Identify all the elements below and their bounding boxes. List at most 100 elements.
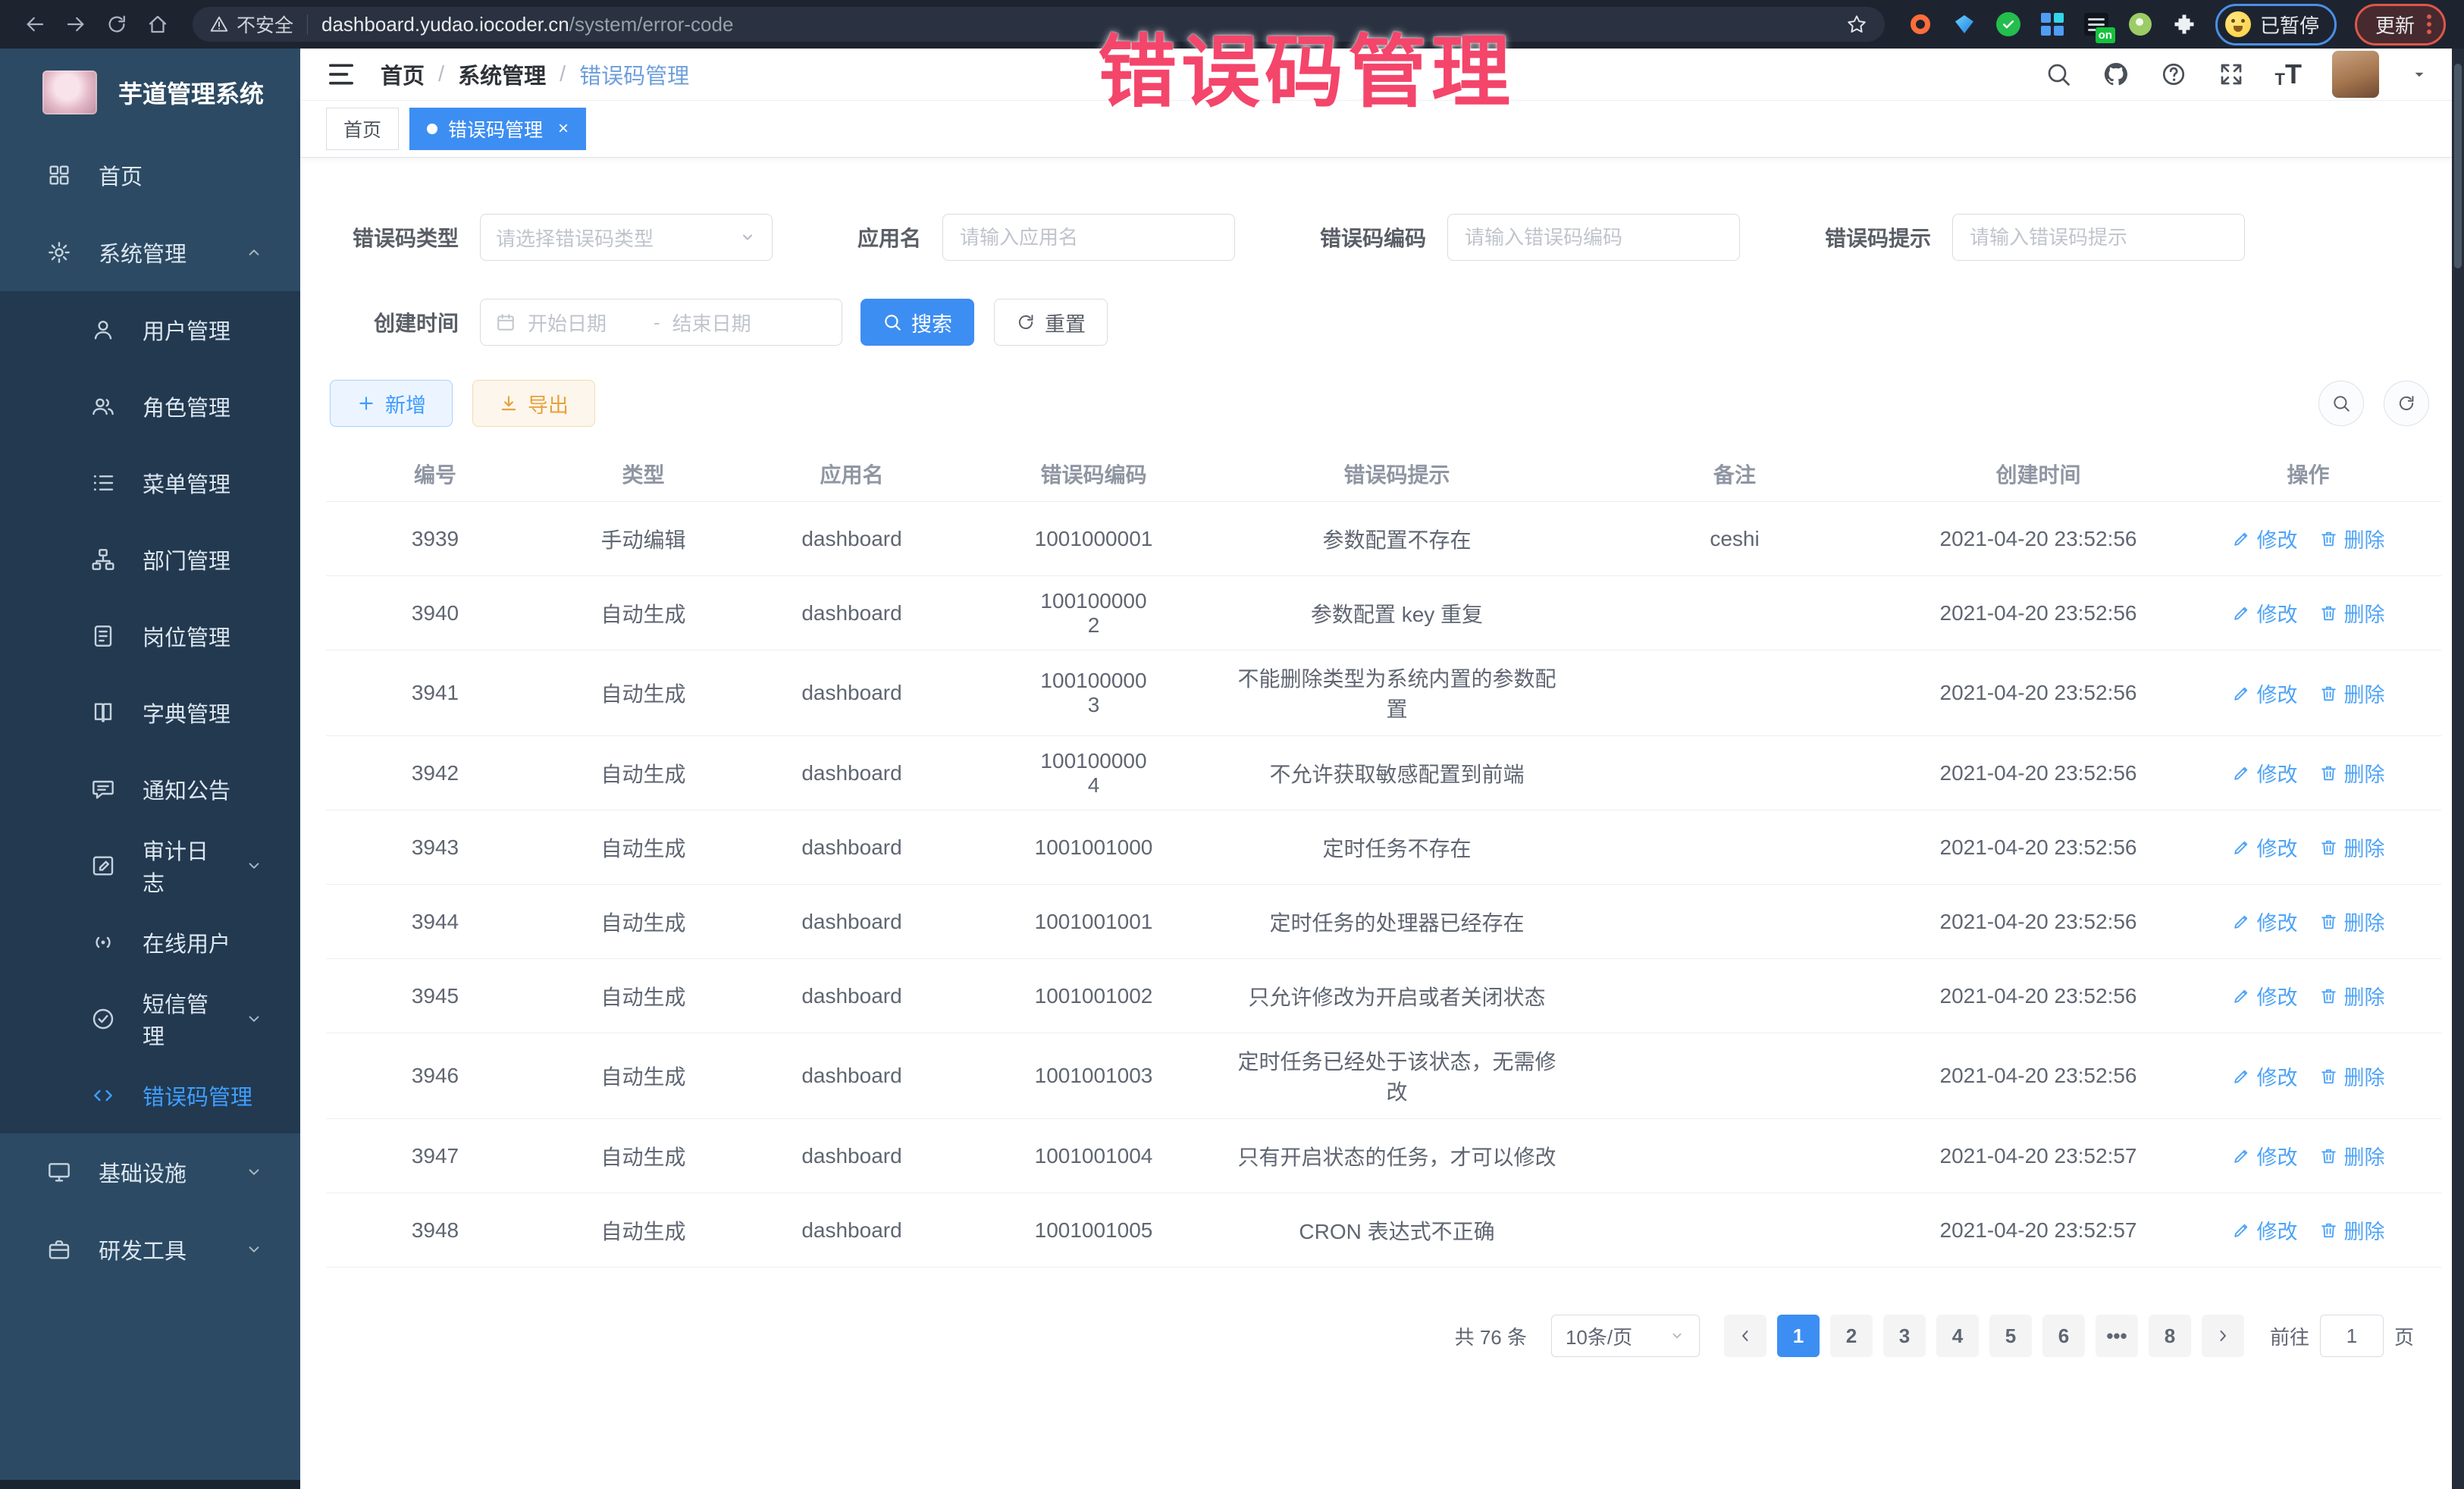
edit-link[interactable]: 修改 xyxy=(2232,679,2298,708)
address-bar[interactable]: 不安全 dashboard.yudao.iocoder.cn /system/e… xyxy=(193,7,1885,42)
fullscreen-icon[interactable] xyxy=(2218,61,2245,88)
table-row[interactable]: 3939手动编辑dashboard1001000001参数配置不存在ceshi2… xyxy=(326,502,2441,576)
sidebar-item-home[interactable]: 首页 xyxy=(0,136,300,214)
breadcrumb-system[interactable]: 系统管理 xyxy=(458,58,546,90)
page-button-1[interactable]: 1 xyxy=(1777,1315,1820,1357)
reset-button[interactable]: 重置 xyxy=(994,299,1108,346)
delete-link[interactable]: 删除 xyxy=(2319,907,2385,936)
delete-link[interactable]: 删除 xyxy=(2319,679,2385,708)
avatar-caret-down-icon[interactable] xyxy=(2409,64,2429,84)
paused-extension-badge[interactable]: 已暂停 xyxy=(2215,4,2337,45)
page-button-5[interactable]: 5 xyxy=(1989,1315,2032,1357)
more-pages-button[interactable]: ••• xyxy=(2096,1315,2138,1357)
page-button-3[interactable]: 3 xyxy=(1883,1315,1926,1357)
next-page-button[interactable] xyxy=(2202,1315,2244,1357)
delete-link[interactable]: 删除 xyxy=(2319,1141,2385,1171)
error-code-input[interactable] xyxy=(1463,225,1724,250)
sidebar-item-dict[interactable]: 字典管理 xyxy=(0,674,300,751)
sidebar-item-role[interactable]: 角色管理 xyxy=(0,368,300,444)
github-icon[interactable] xyxy=(2102,61,2130,88)
browser-reload-icon[interactable] xyxy=(100,8,133,41)
table-row[interactable]: 3945自动生成dashboard1001001002只允许修改为开启或者关闭状… xyxy=(326,959,2441,1033)
add-button[interactable]: 新增 xyxy=(330,380,453,427)
page-button-8[interactable]: 8 xyxy=(2149,1315,2191,1357)
page-button-2[interactable]: 2 xyxy=(1830,1315,1873,1357)
edit-link[interactable]: 修改 xyxy=(2232,907,2298,936)
browser-home-icon[interactable] xyxy=(141,8,174,41)
sidebar-item-post[interactable]: 岗位管理 xyxy=(0,597,300,674)
sidebar-item-dept[interactable]: 部门管理 xyxy=(0,521,300,597)
edit-link[interactable]: 修改 xyxy=(2232,524,2298,553)
table-row[interactable]: 3947自动生成dashboard1001001004只有开启状态的任务，才可以… xyxy=(326,1119,2441,1193)
sidebar-item-infra[interactable]: 基础设施 xyxy=(0,1133,300,1211)
sidebar-item-audit[interactable]: 审计日志 xyxy=(0,827,300,904)
browser-update-button[interactable]: 更新 xyxy=(2355,4,2446,45)
goto-page-input[interactable] xyxy=(2320,1315,2384,1357)
scrollbar-thumb[interactable] xyxy=(2454,64,2462,268)
export-button[interactable]: 导出 xyxy=(472,380,595,427)
delete-link[interactable]: 删除 xyxy=(2319,524,2385,553)
extension-gem-icon[interactable] xyxy=(1951,11,1977,37)
page-button-4[interactable]: 4 xyxy=(1936,1315,1979,1357)
edit-link[interactable]: 修改 xyxy=(2232,832,2298,862)
bookmark-star-icon[interactable] xyxy=(1845,13,1868,36)
extension-grid-icon[interactable] xyxy=(2039,11,2065,37)
search-button[interactable]: 搜索 xyxy=(861,299,974,346)
sidebar-item-notice[interactable]: 通知公告 xyxy=(0,751,300,827)
prev-page-button[interactable] xyxy=(1724,1315,1766,1357)
table-row[interactable]: 3948自动生成dashboard1001001005CRON 表达式不正确20… xyxy=(326,1193,2441,1268)
page-button-6[interactable]: 6 xyxy=(2042,1315,2085,1357)
table-row[interactable]: 3943自动生成dashboard1001001000定时任务不存在2021-0… xyxy=(326,810,2441,885)
extensions-puzzle-icon[interactable] xyxy=(2171,11,2197,37)
sidebar-item-user[interactable]: 用户管理 xyxy=(0,291,300,368)
table-row[interactable]: 3941自动生成dashboard1001000003不能删除类型为系统内置的参… xyxy=(326,650,2441,736)
extension-ring-icon[interactable] xyxy=(1908,11,1933,37)
start-date-placeholder[interactable]: 开始日期 xyxy=(528,309,641,337)
page-size-select[interactable]: 10条/页 xyxy=(1551,1315,1700,1357)
app-name-input[interactable] xyxy=(958,225,1219,250)
delete-link[interactable]: 删除 xyxy=(2319,981,2385,1011)
delete-link[interactable]: 删除 xyxy=(2319,832,2385,862)
sidebar-item-devtools[interactable]: 研发工具 xyxy=(0,1211,300,1288)
window-scrollbar[interactable] xyxy=(2452,49,2464,1489)
delete-link[interactable]: 删除 xyxy=(2319,598,2385,628)
edit-link[interactable]: 修改 xyxy=(2232,598,2298,628)
extension-check-icon[interactable] xyxy=(1995,11,2021,37)
browser-forward-icon[interactable] xyxy=(59,8,92,41)
security-warning[interactable]: 不安全 xyxy=(209,11,293,38)
table-row[interactable]: 3944自动生成dashboard1001001001定时任务的处理器已经存在2… xyxy=(326,885,2441,959)
table-row[interactable]: 3946自动生成dashboard1001001003定时任务已经处于该状态，无… xyxy=(326,1033,2441,1119)
created-date-range[interactable]: 开始日期 - 结束日期 xyxy=(480,299,842,346)
error-message-input[interactable] xyxy=(1968,225,2229,250)
edit-link[interactable]: 修改 xyxy=(2232,981,2298,1011)
browser-menu-icon[interactable] xyxy=(2427,14,2431,34)
edit-link[interactable]: 修改 xyxy=(2232,1215,2298,1245)
delete-link[interactable]: 删除 xyxy=(2319,1215,2385,1245)
browser-back-icon[interactable] xyxy=(18,8,52,41)
help-icon[interactable] xyxy=(2160,61,2187,88)
sidebar-item-errcode[interactable]: 错误码管理 xyxy=(0,1057,300,1133)
extension-list-icon[interactable]: on xyxy=(2083,11,2109,37)
tab-error-code[interactable]: 错误码管理 × xyxy=(409,108,586,150)
extension-key-icon[interactable] xyxy=(2127,11,2153,37)
delete-link[interactable]: 删除 xyxy=(2319,758,2385,788)
toggle-search-button[interactable] xyxy=(2318,381,2364,426)
sidebar-logo-row[interactable]: 芋道管理系统 xyxy=(0,49,300,136)
refresh-table-button[interactable] xyxy=(2384,381,2429,426)
sidebar-item-menu[interactable]: 菜单管理 xyxy=(0,444,300,521)
end-date-placeholder[interactable]: 结束日期 xyxy=(672,309,786,337)
tab-close-icon[interactable]: × xyxy=(558,118,569,139)
tab-home[interactable]: 首页 xyxy=(326,108,399,150)
error-type-select[interactable]: 请选择错误码类型 xyxy=(480,214,773,261)
font-size-icon[interactable]: TT xyxy=(2275,61,2302,88)
sidebar-item-sms[interactable]: 短信管理 xyxy=(0,980,300,1057)
edit-link[interactable]: 修改 xyxy=(2232,1141,2298,1171)
sidebar-item-online[interactable]: 在线用户 xyxy=(0,904,300,980)
edit-link[interactable]: 修改 xyxy=(2232,1061,2298,1091)
edit-link[interactable]: 修改 xyxy=(2232,758,2298,788)
header-search-icon[interactable] xyxy=(2045,61,2072,88)
sidebar-item-system[interactable]: 系统管理 xyxy=(0,214,300,291)
table-row[interactable]: 3940自动生成dashboard1001000002参数配置 key 重复20… xyxy=(326,576,2441,650)
hamburger-icon[interactable] xyxy=(326,59,356,89)
breadcrumb-home[interactable]: 首页 xyxy=(381,58,425,90)
